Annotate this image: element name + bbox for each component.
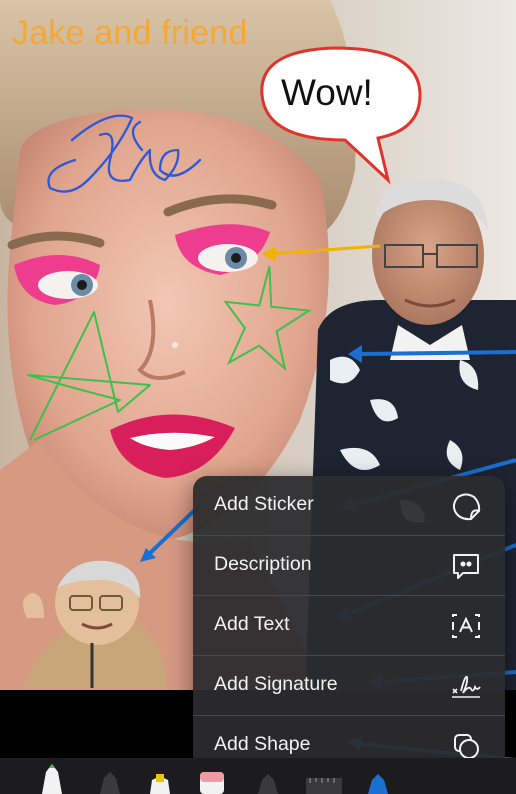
color-tool[interactable] xyxy=(368,774,388,794)
text-box-icon xyxy=(452,614,480,638)
menu-item-description[interactable]: Description xyxy=(193,536,505,595)
menu-item-label: Add Shape xyxy=(214,733,311,755)
markup-toolbar xyxy=(0,758,516,794)
markup-canvas[interactable]: Jake and friend Wow! Add Sticker Descrip… xyxy=(0,0,516,794)
menu-item-label: Add Sticker xyxy=(214,493,314,515)
menu-item-add-text[interactable]: Add Text xyxy=(193,596,505,655)
description-icon xyxy=(453,554,479,579)
signature-icon xyxy=(452,675,481,698)
speech-bubble-text[interactable]: Wow! xyxy=(281,72,373,114)
menu-item-label: Add Text xyxy=(214,613,290,635)
lasso-tool[interactable] xyxy=(258,774,278,794)
pen-tool[interactable] xyxy=(42,764,62,794)
menu-item-label: Description xyxy=(214,553,312,575)
menu-item-add-signature[interactable]: Add Signature xyxy=(193,656,505,715)
ruler-tool[interactable] xyxy=(306,778,342,794)
eraser-tool[interactable] xyxy=(200,772,224,794)
markup-add-menu: Add Sticker Description Add Text Add Sig… xyxy=(193,476,505,769)
menu-item-add-sticker[interactable]: Add Sticker xyxy=(193,476,505,535)
marker-tool[interactable] xyxy=(150,774,170,794)
pencil-tool[interactable] xyxy=(100,772,120,794)
caption-text-annotation[interactable]: Jake and friend xyxy=(12,14,248,53)
sticker-icon xyxy=(452,493,481,521)
menu-item-label: Add Signature xyxy=(214,673,338,695)
